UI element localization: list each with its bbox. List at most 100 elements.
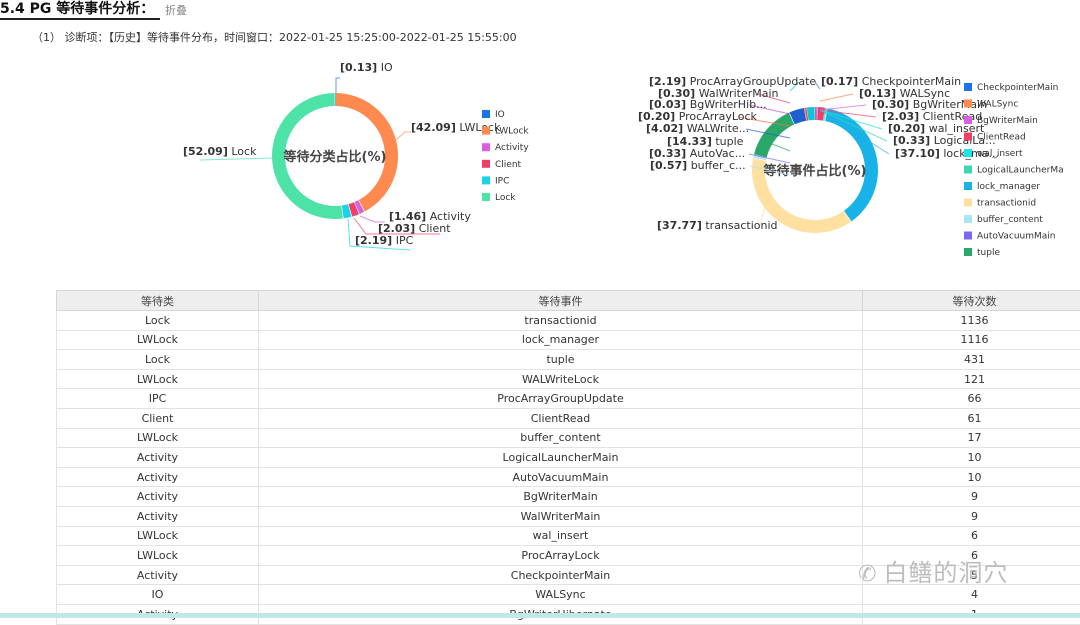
- cell-wait-class: IO: [57, 585, 259, 605]
- legend2-swatch: [964, 199, 972, 207]
- legend2-swatch: [964, 100, 972, 108]
- label-lwlock-leader: [396, 132, 411, 140]
- cell-wait-count: 9: [863, 487, 1080, 507]
- table-header-row: 等待类 等待事件 等待次数: [57, 291, 1080, 311]
- table-row: LWLockWALWriteLock121: [57, 369, 1080, 389]
- legend2-label: WALSync: [977, 100, 1018, 110]
- header-wait-class: 等待类: [57, 291, 259, 311]
- watermark: ✆白鳝的洞穴: [858, 553, 1008, 588]
- cell-wait-event: WALSync: [259, 585, 863, 605]
- cell-wait-event: AutoVacuumMain: [259, 467, 863, 487]
- bottom-bar: [0, 613, 1080, 618]
- cell-wait-class: Lock: [57, 350, 259, 370]
- cell-wait-count: 61: [863, 408, 1080, 428]
- cell-wait-count: 17: [863, 428, 1080, 448]
- legend2-label: LogicalLauncherMa: [977, 166, 1064, 176]
- wechat-icon: ✆: [858, 562, 877, 587]
- cell-wait-class: LWLock: [57, 369, 259, 389]
- cell-wait-event: WALWriteLock: [259, 369, 863, 389]
- cell-wait-event: LogicalLauncherMain: [259, 448, 863, 468]
- legend2-label: tuple: [977, 248, 1000, 258]
- legend2-label: CheckpointerMain: [977, 83, 1058, 93]
- cell-wait-class: LWLock: [57, 546, 259, 566]
- label-lock: [52.09] Lock: [183, 145, 257, 158]
- legend1-swatch: [482, 160, 490, 168]
- legend2-label: lock_manager: [977, 182, 1040, 192]
- cell-wait-count: 121: [863, 369, 1080, 389]
- legend2-swatch: [964, 133, 972, 141]
- header-wait-count: 等待次数: [863, 291, 1080, 311]
- legend2-label: ClientRead: [977, 133, 1026, 143]
- cell-wait-event: CheckpointerMain: [259, 565, 863, 585]
- legend1-label: Lock: [495, 193, 516, 203]
- label-walwritelock: [4.02] WALWrite...: [646, 122, 749, 135]
- table-row: ActivityAutoVacuumMain10: [57, 467, 1080, 487]
- cell-wait-class: Activity: [57, 506, 259, 526]
- header-wait-event: 等待事件: [259, 291, 863, 311]
- cell-wait-class: LWLock: [57, 428, 259, 448]
- legend2-label: BgWriterMain: [977, 116, 1038, 126]
- cell-wait-event: ProcArrayGroupUpdate: [259, 389, 863, 409]
- cell-wait-count: 431: [863, 350, 1080, 370]
- cell-wait-event: buffer_content: [259, 428, 863, 448]
- legend2-swatch: [964, 83, 972, 91]
- legend1-label: IPC: [495, 176, 509, 186]
- table-row: Locktuple431: [57, 350, 1080, 370]
- label-io: [0.13] IO: [340, 61, 393, 74]
- pie-slice-bgwritermain: [816, 107, 817, 120]
- legend2-label: buffer_content: [977, 215, 1043, 225]
- label-lock_manager-leader: [820, 110, 889, 154]
- charts-area: 等待分类占比(%)[0.13] IO[42.09] LWLock[52.09] …: [0, 0, 1080, 290]
- label-io-leader: [336, 78, 340, 93]
- cell-wait-event: WalWriterMain: [259, 506, 863, 526]
- watermark-text: 白鳝的洞穴: [883, 559, 1008, 587]
- table-row: ClientClientRead61: [57, 408, 1080, 428]
- pie-slice-procarraygroupupdate: [807, 107, 815, 120]
- legend2-swatch: [964, 248, 972, 256]
- cell-wait-class: Activity: [57, 487, 259, 507]
- label-bgwritermain-leader: [820, 105, 866, 110]
- legend2-label: AutoVacuumMain: [977, 232, 1055, 242]
- table-row: LWLockbuffer_content17: [57, 428, 1080, 448]
- label-buffer_content: [0.57] buffer_c...: [650, 159, 746, 172]
- chart-title: 等待事件占比(%): [763, 163, 867, 179]
- cell-wait-event: lock_manager: [259, 330, 863, 350]
- table-row: ActivityBgWriterMain9: [57, 487, 1080, 507]
- legend2-label: transactionid: [977, 199, 1036, 209]
- cell-wait-event: transactionid: [259, 311, 863, 331]
- cell-wait-count: 6: [863, 526, 1080, 546]
- label-walsync-leader: [820, 94, 853, 101]
- legend1-label: Activity: [495, 143, 529, 153]
- cell-wait-event: wal_insert: [259, 526, 863, 546]
- pie-slice-io: [335, 93, 336, 106]
- cell-wait-count: 9: [863, 506, 1080, 526]
- cell-wait-count: 66: [863, 389, 1080, 409]
- table-row: IPCProcArrayGroupUpdate66: [57, 389, 1080, 409]
- cell-wait-class: Client: [57, 408, 259, 428]
- cell-wait-class: Activity: [57, 565, 259, 585]
- legend2-label: wal_insert: [977, 149, 1023, 159]
- label-transactionid: [37.77] transactionid: [657, 219, 778, 232]
- legend1-label: Client: [495, 160, 522, 170]
- legend1-swatch: [482, 127, 490, 135]
- table-row: ActivityLogicalLauncherMain10: [57, 448, 1080, 468]
- cell-wait-class: LWLock: [57, 330, 259, 350]
- cell-wait-count: 10: [863, 448, 1080, 468]
- cell-wait-event: tuple: [259, 350, 863, 370]
- cell-wait-class: Activity: [57, 448, 259, 468]
- table-row: LWLockwal_insert6: [57, 526, 1080, 546]
- label-ipc: [2.19] IPC: [355, 234, 414, 247]
- cell-wait-class: LWLock: [57, 526, 259, 546]
- legend2-swatch: [964, 116, 972, 124]
- table-row: LWLocklock_manager1116: [57, 330, 1080, 350]
- table-row: Locktransactionid1136: [57, 311, 1080, 331]
- table-row: ActivityWalWriterMain9: [57, 506, 1080, 526]
- legend1-swatch: [482, 143, 490, 151]
- legend1-swatch: [482, 110, 490, 118]
- legend2-swatch: [964, 182, 972, 190]
- legend2-swatch: [964, 149, 972, 157]
- cell-wait-event: ProcArrayLock: [259, 546, 863, 566]
- legend2-swatch: [964, 166, 972, 174]
- legend1-swatch: [482, 193, 490, 201]
- label-lock-leader: [200, 158, 273, 160]
